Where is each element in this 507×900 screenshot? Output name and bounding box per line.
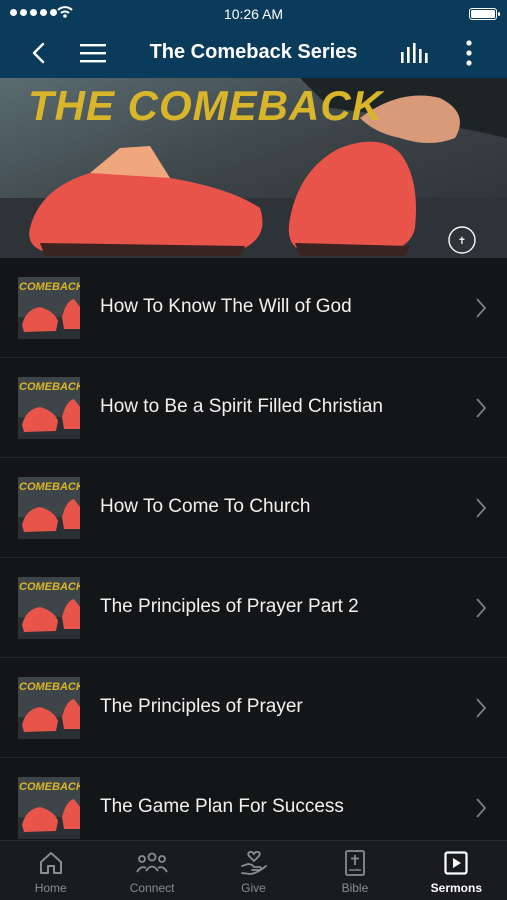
back-button[interactable] — [20, 35, 56, 71]
sermon-thumbnail: COMEBACK — [18, 677, 80, 739]
back-arrow-icon — [32, 42, 45, 64]
tab-connect[interactable]: Connect — [101, 841, 202, 900]
play-square-icon — [444, 851, 468, 875]
navigation-bar: The Comeback Series — [0, 28, 507, 78]
home-icon — [39, 852, 62, 874]
svg-text:COMEBACK: COMEBACK — [19, 781, 80, 793]
list-item[interactable]: COMEBACK The Principles of Prayer — [0, 658, 507, 758]
tab-sermons[interactable]: Sermons — [406, 841, 507, 900]
sermon-title: How to Be a Spirit Filled Christian — [100, 396, 383, 417]
chevron-right-icon — [476, 298, 487, 318]
sermon-list: COMEBACK How To Know The Will of God COM… — [0, 258, 507, 840]
status-bar: 10:26 AM — [0, 0, 507, 28]
chevron-right-icon — [476, 398, 487, 418]
tab-home[interactable]: Home — [0, 841, 101, 900]
sermon-title: The Principles of Prayer — [100, 696, 303, 717]
list-item[interactable]: COMEBACK The Game Plan For Success — [0, 758, 507, 840]
chevron-right-icon — [476, 598, 487, 618]
sermon-thumbnail: COMEBACK — [18, 477, 80, 539]
chevron-right-icon — [476, 798, 487, 818]
audio-button[interactable] — [397, 35, 433, 71]
svg-text:COMEBACK: COMEBACK — [19, 281, 80, 293]
battery-icon — [469, 8, 500, 20]
tab-label: Give — [241, 881, 266, 895]
sermon-thumbnail: COMEBACK — [18, 577, 80, 639]
list-item[interactable]: COMEBACK How To Come To Church — [0, 458, 507, 558]
list-item[interactable]: COMEBACK How to Be a Spirit Filled Chris… — [0, 358, 507, 458]
svg-text:COMEBACK: COMEBACK — [19, 581, 80, 593]
series-banner: ✝ THE COMEBACK — [0, 78, 507, 258]
sermon-title: How To Come To Church — [100, 496, 311, 517]
more-vertical-icon — [466, 40, 472, 66]
svg-text:COMEBACK: COMEBACK — [19, 481, 80, 493]
banner-title: THE COMEBACK — [28, 82, 385, 129]
sermon-title: How To Know The Will of God — [100, 296, 352, 317]
bible-icon — [345, 850, 365, 876]
svg-text:✝: ✝ — [458, 236, 466, 247]
sermon-thumbnail: COMEBACK — [18, 377, 80, 439]
banner-image: ✝ THE COMEBACK — [0, 78, 507, 258]
tab-label: Bible — [341, 881, 369, 895]
menu-button[interactable] — [75, 35, 111, 71]
chevron-right-icon — [476, 698, 487, 718]
hamburger-icon — [80, 44, 106, 63]
sermon-thumbnail: COMEBACK — [18, 777, 80, 839]
sermon-title: The Game Plan For Success — [100, 796, 344, 817]
list-item[interactable]: COMEBACK The Principles of Prayer Part 2 — [0, 558, 507, 658]
more-options-button[interactable] — [451, 35, 487, 71]
page-title: The Comeback Series — [149, 41, 358, 63]
tab-label: Home — [34, 881, 67, 895]
heart-hand-icon — [240, 850, 267, 875]
people-icon — [136, 852, 168, 873]
tab-label: Sermons — [430, 881, 482, 895]
audio-bars-icon — [401, 43, 428, 63]
svg-text:COMEBACK: COMEBACK — [19, 681, 80, 693]
list-item[interactable]: COMEBACK How To Know The Will of God — [0, 258, 507, 358]
status-time: 10:26 AM — [223, 6, 284, 22]
svg-text:COMEBACK: COMEBACK — [19, 381, 80, 393]
sermon-title: The Principles of Prayer Part 2 — [100, 596, 359, 617]
tab-label: Connect — [129, 881, 175, 895]
chevron-right-icon — [476, 498, 487, 518]
bottom-tab-bar: Home Connect Give Bible Sermons — [0, 840, 507, 900]
tab-bible[interactable]: Bible — [304, 841, 405, 900]
sermon-thumbnail: COMEBACK — [18, 277, 80, 339]
tab-give[interactable]: Give — [203, 841, 304, 900]
